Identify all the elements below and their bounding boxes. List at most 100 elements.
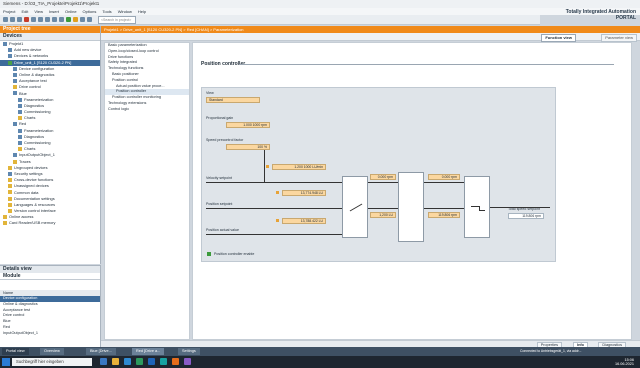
undo-icon[interactable]: [31, 17, 36, 22]
folder-icon: [8, 202, 12, 207]
velocity-signal-line: [206, 182, 342, 183]
file-explorer-icon[interactable]: [112, 358, 119, 365]
folder-icon: [8, 196, 12, 201]
nav-item[interactable]: Control logic: [105, 107, 189, 113]
param-icon: [18, 97, 22, 102]
new-project-icon[interactable]: [3, 17, 8, 22]
portal-view-button[interactable]: Portal view: [2, 348, 29, 355]
tree-item-label: Ungrouped devices: [14, 164, 48, 170]
param-icon: [18, 128, 22, 133]
compile-icon[interactable]: [45, 17, 50, 22]
word-icon[interactable]: [148, 358, 155, 365]
tree-item-label: InputOutputObject_1: [19, 152, 55, 158]
tree-item-label: Red: [19, 121, 27, 127]
project-search-input[interactable]: <Search in project>: [98, 15, 136, 24]
brand-line-2: PORTAL: [615, 15, 636, 21]
excel-icon[interactable]: [136, 358, 143, 365]
edge-icon[interactable]: [124, 358, 131, 365]
task-view-icon[interactable]: [100, 358, 107, 365]
title-divider: [239, 64, 614, 65]
toolbar: <Search in project>: [0, 15, 540, 25]
go-offline-icon[interactable]: [73, 17, 78, 22]
project-tree-list: Projekt1 Add new device Devices & networks…: [0, 41, 100, 227]
download-icon[interactable]: [52, 17, 57, 22]
test-icon: [13, 79, 17, 84]
taskbar-clock[interactable]: 15:06 16.06.2021: [615, 358, 634, 366]
redo-icon[interactable]: [38, 17, 43, 22]
total-speed-line: [490, 207, 550, 208]
menu-item-project[interactable]: Project: [3, 9, 15, 14]
position-controller-editor: Position controller View Standard Propor…: [192, 42, 632, 340]
folder-icon: [3, 215, 7, 220]
tree-item[interactable]: Card Reader/USB memory: [0, 220, 100, 226]
position-controller-diagram: View Standard Proportional gain 1.000 10…: [201, 87, 556, 262]
taskbar-search-input[interactable]: Suchbegriff hier eingeben: [12, 358, 92, 366]
speed-precontrol-field[interactable]: 100 %: [226, 144, 270, 150]
menu-item-online[interactable]: Online: [65, 9, 77, 14]
tree-item-label: Diagnostics: [24, 133, 45, 139]
position-setpoint-label: Position setpoint: [206, 202, 233, 206]
upload-icon[interactable]: [59, 17, 64, 22]
save-project-icon[interactable]: [17, 17, 22, 22]
tree-item-label: Drive_unit_1 [S120 CU320-2 PN]: [14, 59, 72, 65]
folder-icon: [8, 209, 12, 214]
details-item[interactable]: InputOutputObject_1: [0, 331, 100, 337]
connection-status: Connected to Antriebsgerät_1, via addr..…: [520, 349, 582, 353]
folder-icon: [13, 85, 17, 90]
accessible-devices-icon[interactable]: [80, 17, 85, 22]
details-view: Details view Module Name Device configur…: [0, 265, 101, 357]
menu-item-help[interactable]: Help: [138, 9, 146, 14]
editor-breadcrumb: Projekt1 > Drive_unit_1 [S120 CU320-2 PN…: [101, 26, 640, 33]
menu-item-edit[interactable]: Edit: [21, 9, 28, 14]
overview-tab[interactable]: Overview: [40, 348, 64, 355]
setpoint-block: [342, 176, 368, 238]
tree-item-label: Common data: [14, 189, 39, 195]
app-icon[interactable]: [184, 358, 191, 365]
view-label: View: [206, 91, 214, 95]
tree-item-label: Projekt1: [9, 41, 24, 46]
connector-marker: [266, 165, 269, 168]
menu-item-view[interactable]: View: [34, 9, 43, 14]
app-icon[interactable]: [172, 358, 179, 365]
windows-start-icon[interactable]: [2, 358, 10, 366]
module-tab[interactable]: Module: [0, 273, 100, 280]
speed-value-2: 0.000 rpm: [428, 174, 460, 180]
menu-item-tools[interactable]: Tools: [102, 9, 111, 14]
details-view-header[interactable]: Details view: [0, 266, 100, 273]
position-controller-enable[interactable]: Position controller enable: [207, 252, 254, 256]
go-online-icon[interactable]: [66, 17, 71, 22]
function-navigation: Basic parameterization Open-loop/closed-l…: [104, 42, 190, 340]
block2-mid-line: [424, 208, 464, 209]
limiter-symbol-c: [479, 210, 485, 211]
open-project-icon[interactable]: [10, 17, 15, 22]
add-device-icon: [8, 48, 12, 53]
tia-portal-icon[interactable]: [160, 358, 167, 365]
menu-item-window[interactable]: Window: [118, 9, 132, 14]
editor-view-tabs: Function view Parameter view: [101, 33, 640, 42]
red-drive-tab[interactable]: Red [Drive a...: [132, 348, 165, 355]
block1-mid-line: [368, 208, 398, 209]
diagnostics-icon: [18, 103, 22, 108]
view-dropdown[interactable]: Standard: [206, 97, 260, 103]
delete-icon[interactable]: [24, 17, 29, 22]
enable-label: Position controller enable: [214, 252, 255, 256]
menu-item-options[interactable]: Options: [83, 9, 97, 14]
speed-value-1: 0.000 rpm: [370, 174, 396, 180]
parameter-view-tab[interactable]: Parameter view: [601, 34, 637, 42]
settings-tab[interactable]: Settings: [178, 348, 200, 355]
function-view-tab[interactable]: Function view: [541, 34, 576, 42]
proportional-gain-field[interactable]: 1.000 1000 rpm: [226, 122, 270, 128]
diagnostics-icon: [13, 72, 17, 77]
connector-marker: [276, 191, 279, 194]
menu-item-insert[interactable]: Insert: [49, 9, 59, 14]
project-tree-header: Project tree: [0, 26, 100, 33]
devices-tab[interactable]: Devices: [0, 33, 100, 41]
blue-drive-tab[interactable]: Blue [Drive...: [86, 348, 116, 355]
clock-date: 16.06.2021: [614, 362, 634, 366]
split-editor-icon[interactable]: [87, 17, 92, 22]
folder-icon: [18, 147, 22, 152]
limiter-symbol-a: [471, 206, 479, 207]
tree-item-label: Charts: [24, 146, 36, 152]
details-list: Device configuration Online & diagnostics…: [0, 296, 100, 337]
window-title: Siemens - D:\03_TIA_Projekte\Projekt1\Pr…: [0, 0, 640, 8]
